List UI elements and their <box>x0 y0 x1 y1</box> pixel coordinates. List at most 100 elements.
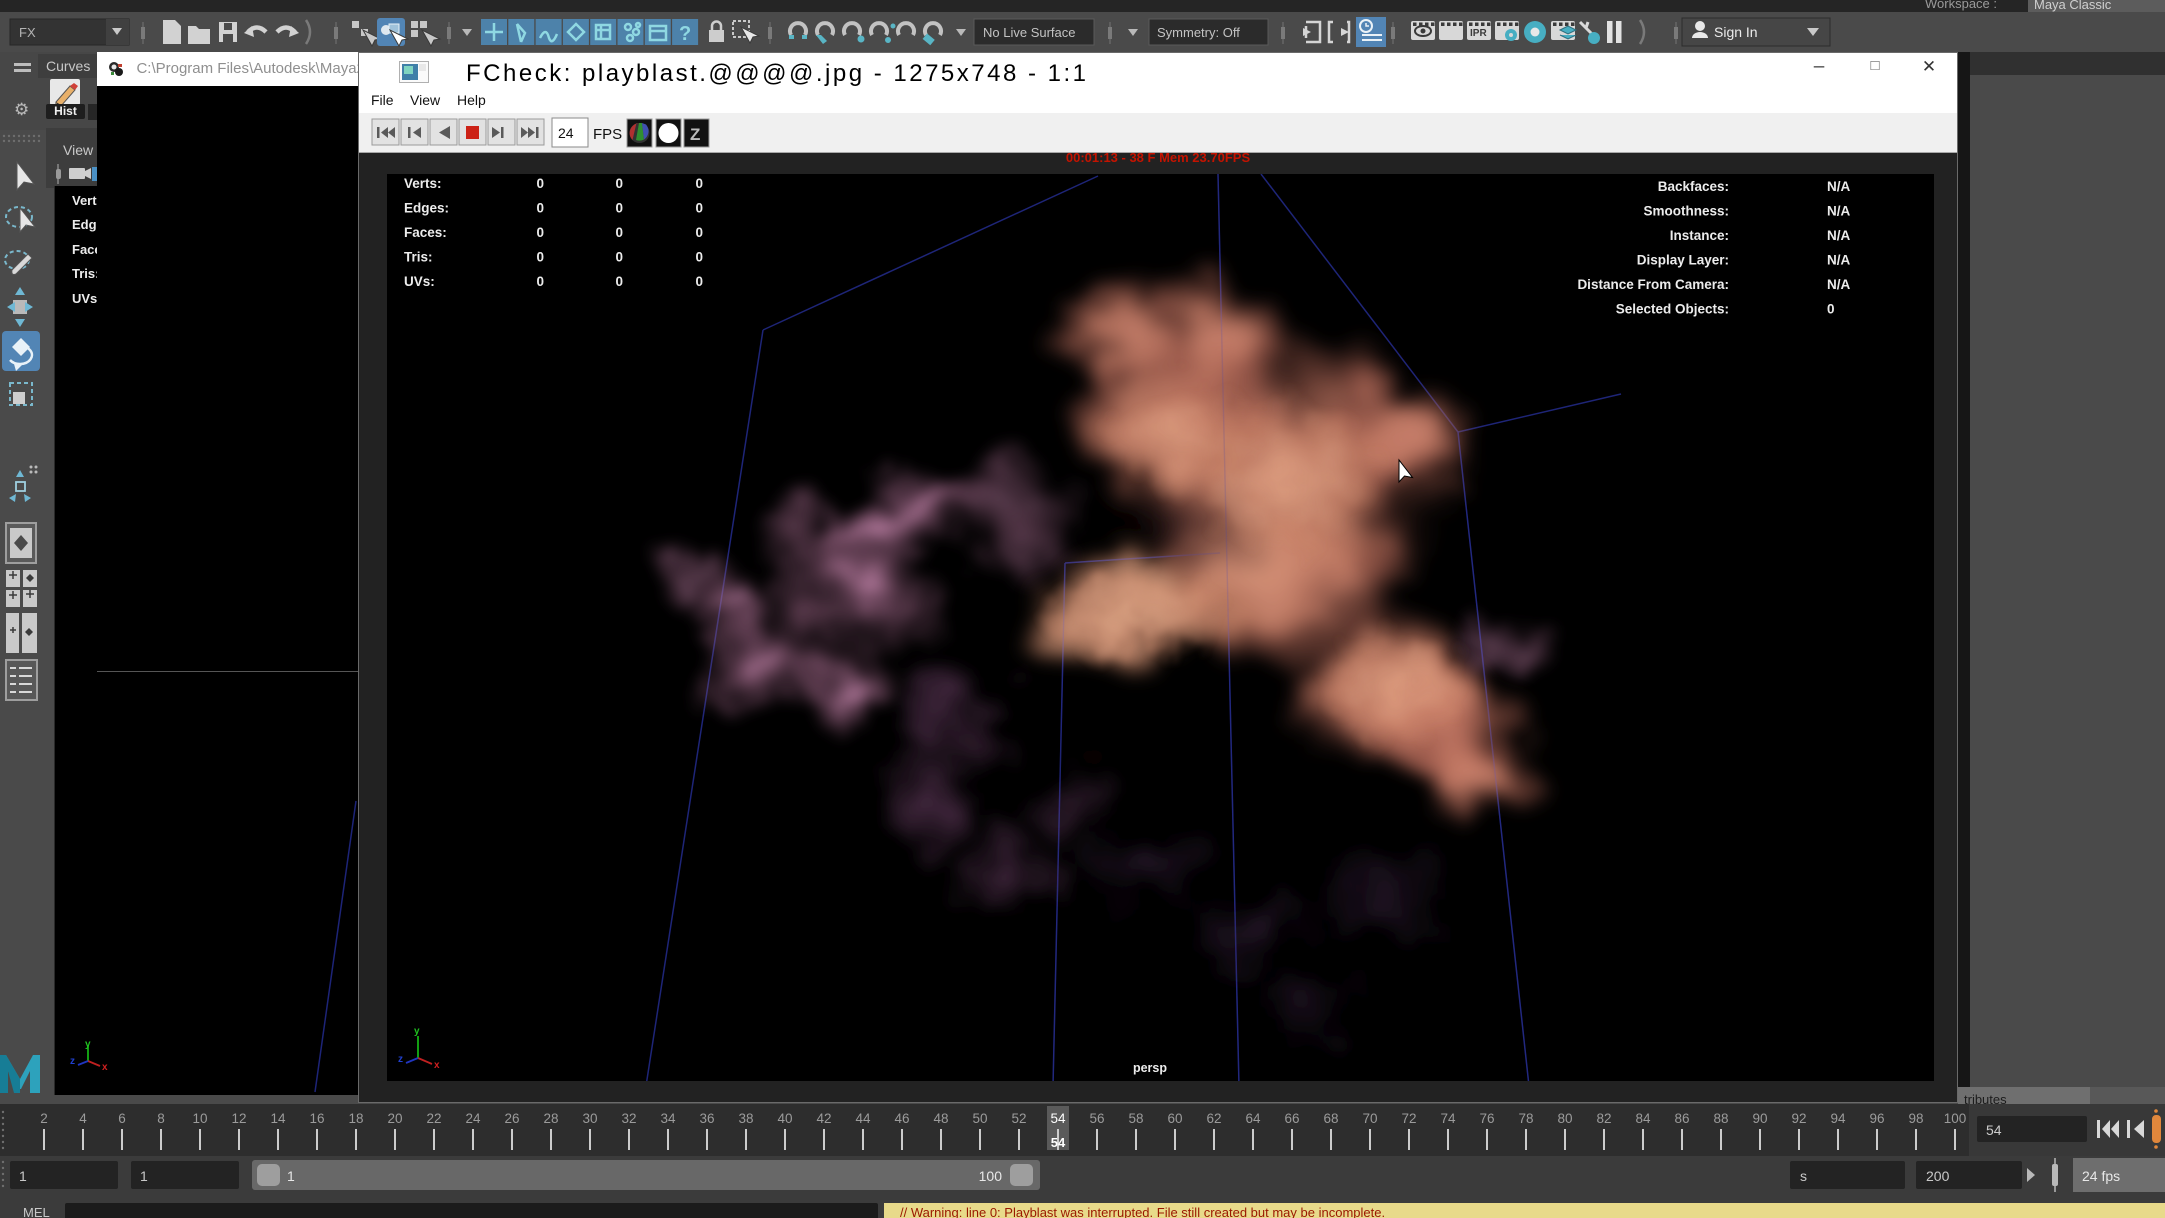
svg-text:34: 34 <box>660 1111 676 1126</box>
svg-text:s: s <box>1800 1168 1807 1184</box>
svg-text:76: 76 <box>1479 1111 1494 1126</box>
svg-text:Distance From Camera:: Distance From Camera: <box>1577 277 1729 292</box>
svg-text:0: 0 <box>695 274 703 289</box>
svg-text:UVs:: UVs: <box>404 274 435 289</box>
svg-text:100: 100 <box>979 1168 1003 1184</box>
svg-text:Z: Z <box>690 125 700 144</box>
svg-text:54: 54 <box>1986 1122 2002 1138</box>
svg-text:68: 68 <box>1323 1111 1338 1126</box>
svg-text:64: 64 <box>1245 1111 1261 1126</box>
svg-text:56: 56 <box>1089 1111 1104 1126</box>
svg-text:32: 32 <box>621 1111 636 1126</box>
svg-text:6: 6 <box>118 1111 126 1126</box>
svg-text:N/A: N/A <box>1827 228 1851 243</box>
svg-text:y: y <box>414 1026 420 1037</box>
svg-text:24: 24 <box>558 125 574 141</box>
svg-text:2: 2 <box>40 1111 48 1126</box>
svg-text:Symmetry: Off: Symmetry: Off <box>1157 25 1240 40</box>
svg-text:0: 0 <box>1827 302 1835 317</box>
svg-text:0: 0 <box>615 225 623 240</box>
svg-text:60: 60 <box>1167 1111 1182 1126</box>
svg-text:z: z <box>398 1054 403 1065</box>
svg-text:Faces:: Faces: <box>404 225 447 240</box>
svg-text:84: 84 <box>1635 1111 1651 1126</box>
svg-text:54: 54 <box>1051 1135 1066 1150</box>
svg-text:Display Layer:: Display Layer: <box>1637 253 1729 268</box>
svg-text:No Live Surface: No Live Surface <box>983 25 1076 40</box>
svg-text:IPR: IPR <box>1470 28 1487 39</box>
svg-text:28: 28 <box>543 1111 558 1126</box>
svg-text:Smoothness:: Smoothness: <box>1643 204 1729 219</box>
svg-text:24: 24 <box>465 1111 481 1126</box>
svg-text:x: x <box>434 1060 440 1071</box>
svg-text:0: 0 <box>695 201 703 216</box>
svg-text:Selected Objects:: Selected Objects: <box>1616 302 1729 317</box>
svg-text:1: 1 <box>140 1168 148 1184</box>
svg-text:10: 10 <box>192 1111 207 1126</box>
svg-text:88: 88 <box>1713 1111 1728 1126</box>
svg-text:?: ? <box>679 23 691 45</box>
svg-text:200: 200 <box>1926 1168 1950 1184</box>
svg-text:1: 1 <box>287 1168 295 1184</box>
svg-text:82: 82 <box>1596 1111 1611 1126</box>
svg-text:22: 22 <box>426 1111 441 1126</box>
svg-text:12: 12 <box>231 1111 246 1126</box>
svg-text:0: 0 <box>615 176 623 191</box>
svg-text:0: 0 <box>536 274 544 289</box>
svg-text:Verts:: Verts: <box>404 176 442 191</box>
svg-text:30: 30 <box>582 1111 597 1126</box>
svg-text:58: 58 <box>1128 1111 1143 1126</box>
svg-text:N/A: N/A <box>1827 253 1851 268</box>
svg-text:90: 90 <box>1752 1111 1767 1126</box>
svg-text:Backfaces:: Backfaces: <box>1658 179 1729 194</box>
svg-text:Instance:: Instance: <box>1670 228 1729 243</box>
svg-text:Edges:: Edges: <box>404 201 449 216</box>
svg-text:92: 92 <box>1791 1111 1806 1126</box>
svg-text:26: 26 <box>504 1111 519 1126</box>
svg-text:N/A: N/A <box>1827 204 1851 219</box>
svg-text:z: z <box>70 1056 75 1067</box>
svg-text:N/A: N/A <box>1827 277 1851 292</box>
svg-text:50: 50 <box>972 1111 987 1126</box>
svg-text:0: 0 <box>536 201 544 216</box>
svg-text:0: 0 <box>695 225 703 240</box>
svg-text:14: 14 <box>270 1111 286 1126</box>
svg-text:0: 0 <box>536 250 544 265</box>
svg-text:46: 46 <box>894 1111 909 1126</box>
svg-text:x: x <box>102 1062 108 1071</box>
svg-text:FPS: FPS <box>593 126 622 143</box>
svg-text:74: 74 <box>1440 1111 1456 1126</box>
svg-text:36: 36 <box>699 1111 714 1126</box>
svg-text:0: 0 <box>536 176 544 191</box>
svg-text:0: 0 <box>536 225 544 240</box>
svg-text:1: 1 <box>19 1168 27 1184</box>
svg-text:Tris:: Tris: <box>404 250 433 265</box>
svg-text:0: 0 <box>615 274 623 289</box>
svg-text:0: 0 <box>615 250 623 265</box>
svg-text:24 fps: 24 fps <box>2082 1168 2120 1184</box>
svg-text:72: 72 <box>1401 1111 1416 1126</box>
svg-text:100: 100 <box>1944 1111 1967 1126</box>
svg-text:42: 42 <box>816 1111 831 1126</box>
svg-text:0: 0 <box>695 176 703 191</box>
svg-text:persp: persp <box>1133 1061 1167 1075</box>
svg-text:0: 0 <box>615 201 623 216</box>
svg-text:20: 20 <box>387 1111 402 1126</box>
svg-text:54: 54 <box>1050 1111 1066 1126</box>
svg-text:66: 66 <box>1284 1111 1299 1126</box>
svg-text:80: 80 <box>1557 1111 1572 1126</box>
svg-text:N/A: N/A <box>1827 179 1851 194</box>
svg-text:70: 70 <box>1362 1111 1377 1126</box>
svg-text:44: 44 <box>855 1111 871 1126</box>
svg-text:78: 78 <box>1518 1111 1533 1126</box>
svg-text:18: 18 <box>348 1111 363 1126</box>
svg-text:8: 8 <box>157 1111 165 1126</box>
svg-text:0: 0 <box>695 250 703 265</box>
svg-text:94: 94 <box>1830 1111 1846 1126</box>
svg-text:FX: FX <box>19 25 36 40</box>
svg-text:86: 86 <box>1674 1111 1689 1126</box>
svg-text:y: y <box>85 1039 91 1050</box>
svg-text:38: 38 <box>738 1111 753 1126</box>
svg-text:62: 62 <box>1206 1111 1221 1126</box>
svg-text:4: 4 <box>79 1111 87 1126</box>
